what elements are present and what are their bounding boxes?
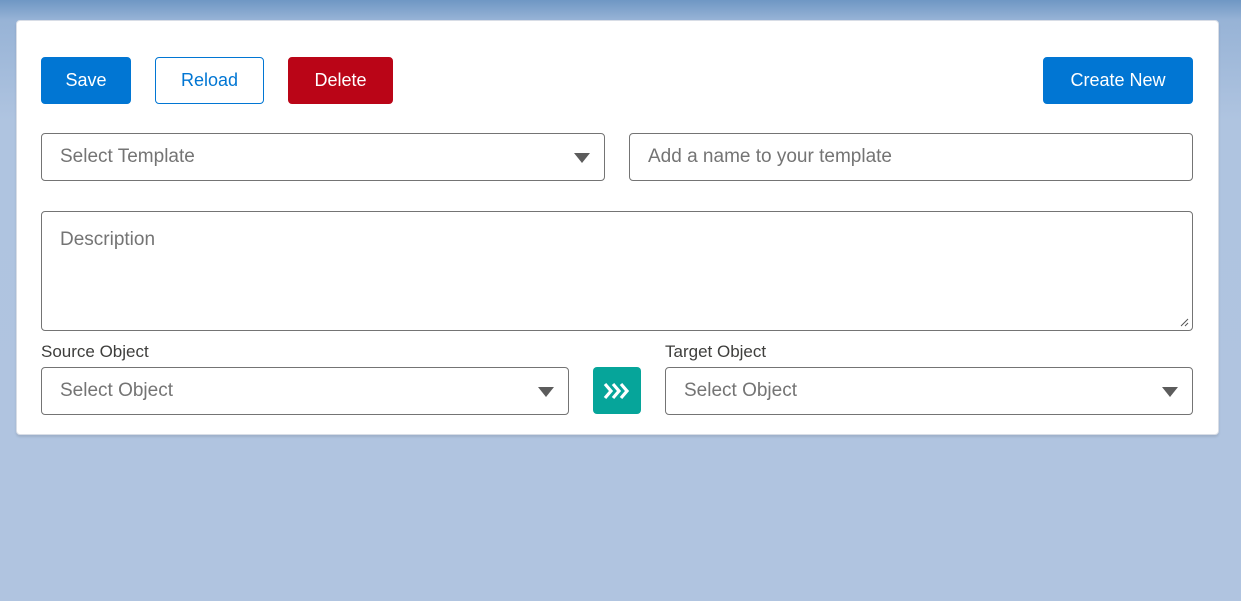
target-object-label: Target Object bbox=[665, 342, 767, 361]
source-object-label: Source Object bbox=[41, 342, 149, 361]
map-objects-button[interactable] bbox=[593, 367, 641, 414]
double-chevron-right-icon bbox=[603, 382, 630, 399]
description-placeholder: Description bbox=[60, 229, 156, 250]
description-textarea[interactable]: Description bbox=[41, 211, 1193, 331]
delete-button[interactable]: Delete bbox=[288, 57, 393, 104]
target-object-placeholder: Select Object bbox=[684, 380, 797, 401]
chevron-down-icon bbox=[1162, 387, 1178, 397]
save-button[interactable]: Save bbox=[41, 57, 131, 104]
target-object-select[interactable]: Select Object bbox=[665, 367, 1193, 415]
source-object-placeholder: Select Object bbox=[60, 380, 173, 401]
chevron-down-icon bbox=[574, 153, 590, 163]
template-name-placeholder: Add a name to your template bbox=[648, 146, 892, 167]
create-new-button[interactable]: Create New bbox=[1043, 57, 1193, 104]
template-name-input[interactable]: Add a name to your template bbox=[629, 133, 1193, 181]
template-select-placeholder: Select Template bbox=[60, 146, 195, 167]
template-select[interactable]: Select Template bbox=[41, 133, 605, 181]
chevron-down-icon bbox=[538, 387, 554, 397]
template-editor-card: Save Reload Delete Create New Select Tem… bbox=[16, 20, 1219, 435]
resize-handle-icon[interactable] bbox=[1179, 317, 1189, 327]
reload-button[interactable]: Reload bbox=[155, 57, 264, 104]
source-object-select[interactable]: Select Object bbox=[41, 367, 569, 415]
